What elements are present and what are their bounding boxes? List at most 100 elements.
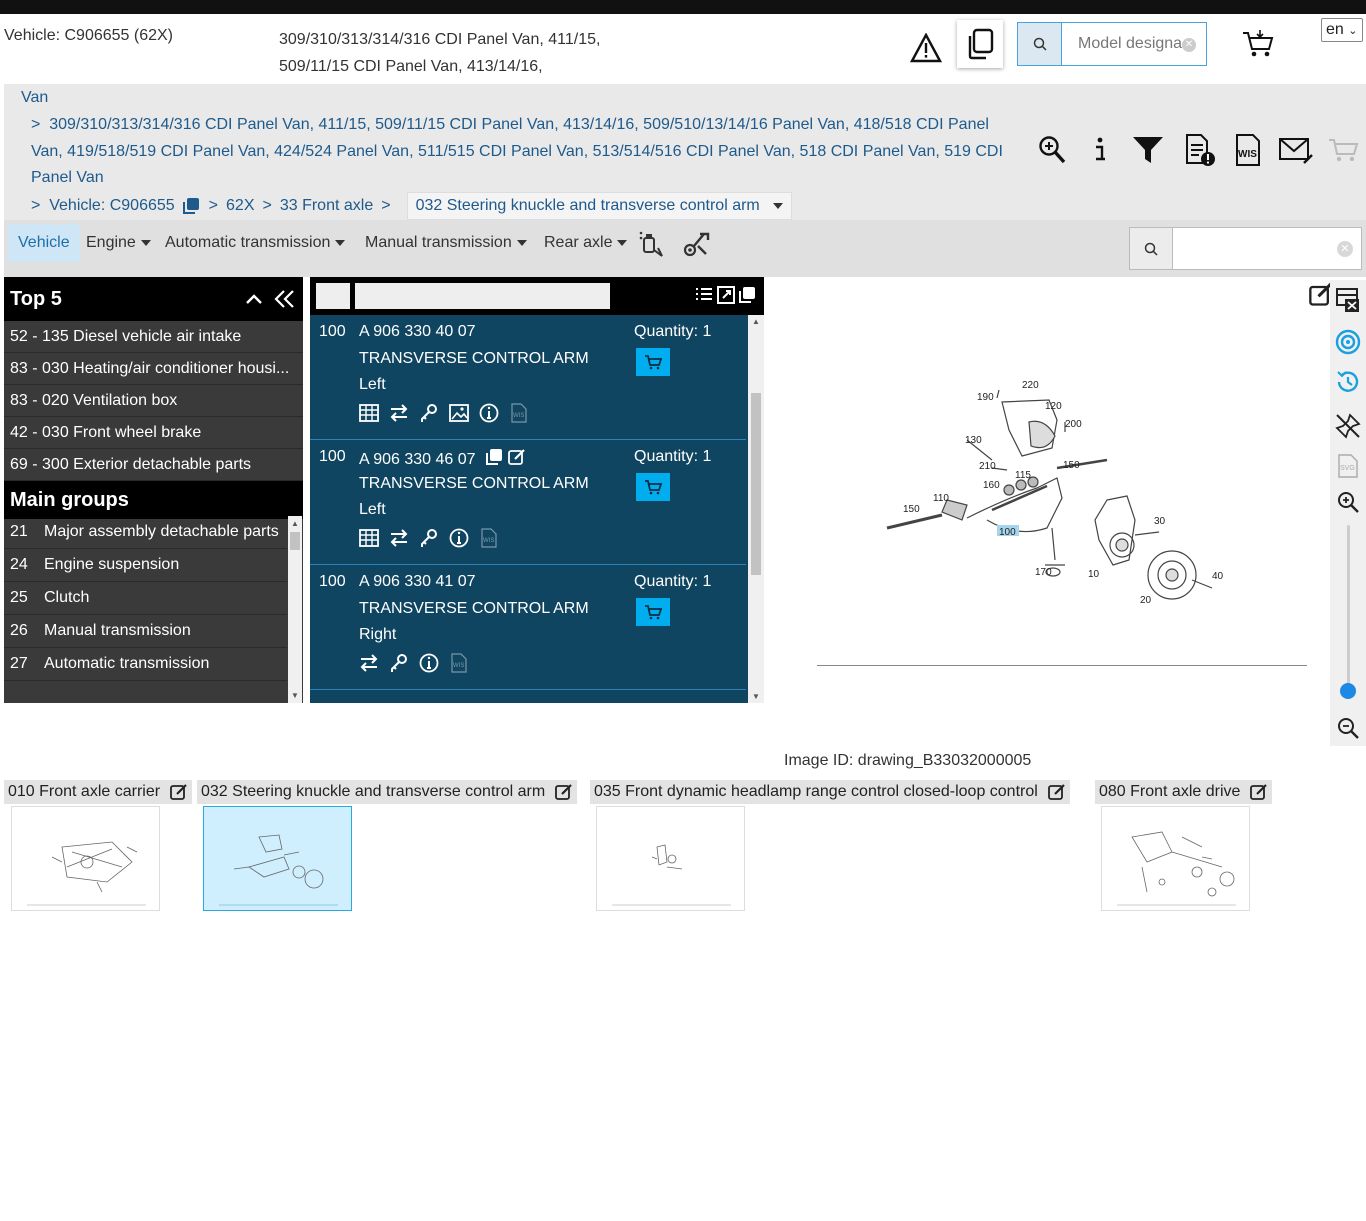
callout[interactable]: 190 <box>977 392 994 403</box>
wis-doc-icon[interactable]: WIS <box>479 528 499 548</box>
copy-icon[interactable] <box>484 448 504 466</box>
part-filter-input[interactable] <box>355 283 610 309</box>
scrollbar-thumb[interactable] <box>290 532 300 550</box>
table-icon[interactable] <box>359 403 379 423</box>
info-icon[interactable] <box>479 403 499 423</box>
callout[interactable]: 100 <box>999 527 1016 538</box>
thumbnail-title[interactable]: 035 Front dynamic headlamp range control… <box>590 780 1070 804</box>
edit-note-icon[interactable] <box>555 783 573 801</box>
copy-icon[interactable] <box>957 20 1003 68</box>
info-icon[interactable] <box>419 653 439 673</box>
scroll-down-icon[interactable]: ▼ <box>752 692 760 701</box>
tab-rear-axle[interactable]: Rear axle <box>534 224 637 262</box>
part-search-input[interactable] <box>1173 228 1361 269</box>
thumbnail-image-selected[interactable] <box>203 806 352 911</box>
part-row[interactable]: 100 A 906 330 41 07 TRANSVERSE CONTROL A… <box>310 565 746 690</box>
scroll-down-icon[interactable]: ▼ <box>291 691 299 700</box>
replacement-icon[interactable] <box>359 653 379 673</box>
zoom-slider-track[interactable] <box>1347 525 1350 685</box>
subgroup-dropdown[interactable]: 032 Steering knuckle and transverse cont… <box>406 192 792 220</box>
scrollbar-thumb[interactable] <box>751 393 761 575</box>
callout[interactable]: 210 <box>979 461 996 472</box>
copy-icon[interactable] <box>181 197 201 215</box>
replacement-icon[interactable] <box>389 528 409 548</box>
main-group-item[interactable]: 25 Clutch <box>4 582 287 615</box>
history-icon[interactable] <box>1334 368 1362 396</box>
search-icon[interactable] <box>1018 23 1062 65</box>
tab-engine[interactable]: Engine <box>76 224 161 262</box>
scroll-up-icon[interactable]: ▲ <box>291 519 299 528</box>
callout[interactable]: 10 <box>1088 569 1100 580</box>
table-icon[interactable] <box>359 528 379 548</box>
tab-manual-transmission[interactable]: Manual transmission <box>355 224 537 262</box>
wis-doc-icon[interactable]: WIS <box>509 403 529 423</box>
edit-note-icon[interactable] <box>508 448 526 466</box>
callout[interactable]: 160 <box>983 480 1000 491</box>
thumbnail-image[interactable] <box>596 806 745 911</box>
edit-note-icon[interactable] <box>1047 783 1066 801</box>
top5-item[interactable]: 69 - 300 Exterior detachable parts <box>4 449 303 481</box>
list-icon[interactable] <box>694 285 714 305</box>
scroll-up-icon[interactable]: ▲ <box>752 317 760 326</box>
callout[interactable]: 30 <box>1154 516 1166 527</box>
callout[interactable]: 130 <box>965 435 982 446</box>
breadcrumb-vehicle[interactable]: Vehicle: C906655 <box>49 197 174 215</box>
top5-item[interactable]: 83 - 020 Ventilation box <box>4 385 303 417</box>
part-row[interactable]: 100 A 906 330 46 07 TRANSVERSE CONTROL A… <box>310 440 746 565</box>
language-select[interactable]: en ⌄ <box>1321 18 1363 42</box>
add-to-cart-button[interactable] <box>636 348 670 376</box>
breadcrumb-model[interactable]: > 309/310/313/314/316 CDI Panel Van, 411… <box>31 112 1021 192</box>
paint-spray-icon[interactable] <box>638 230 666 258</box>
main-group-item[interactable]: 24 Engine suspension <box>4 549 287 582</box>
svg-export-icon[interactable]: SVG <box>1334 452 1362 480</box>
edit-note-icon[interactable] <box>170 783 188 801</box>
replacement-icon[interactable] <box>389 403 409 423</box>
tab-vehicle[interactable]: Vehicle <box>8 224 80 262</box>
part-row[interactable]: 100 A 906 330 40 07 TRANSVERSE CONTROL A… <box>310 315 746 440</box>
filter-icon[interactable] <box>1130 132 1166 168</box>
top5-item[interactable]: 83 - 030 Heating/air conditioner housi..… <box>4 353 303 385</box>
callout[interactable]: 170 <box>1035 567 1052 578</box>
position-filter-input[interactable] <box>316 283 350 309</box>
popout-icon[interactable] <box>737 285 757 305</box>
chevron-up-icon[interactable] <box>245 293 263 305</box>
key-icon[interactable] <box>419 403 439 423</box>
callout[interactable]: 110 <box>933 493 949 504</box>
callout[interactable]: 150 <box>903 504 920 515</box>
tools-icon[interactable] <box>682 230 710 258</box>
mail-icon[interactable] <box>1278 132 1314 168</box>
callout[interactable]: 150 <box>1063 460 1080 471</box>
document-alert-icon[interactable] <box>1182 132 1218 168</box>
main-group-item[interactable]: 26 Manual transmission <box>4 615 287 648</box>
add-to-cart-button[interactable] <box>636 473 670 501</box>
thumbnail-image[interactable] <box>1101 806 1250 911</box>
close-window-icon[interactable] <box>1334 286 1362 314</box>
tab-automatic-transmission[interactable]: Automatic transmission <box>155 224 355 262</box>
parts-list-scrollbar[interactable]: ▲ ▼ <box>748 315 764 703</box>
expand-icon[interactable] <box>716 285 736 305</box>
zoom-in-icon[interactable] <box>1334 488 1362 516</box>
callout[interactable]: 220 <box>1022 380 1039 391</box>
thumbnail-title[interactable]: 010 Front axle carrier <box>4 780 193 804</box>
wis-icon[interactable]: WIS <box>1230 132 1266 168</box>
collapse-icon[interactable] <box>273 289 295 309</box>
callout[interactable]: 120 <box>1045 401 1062 412</box>
cart-icon[interactable] <box>1240 28 1276 60</box>
wis-doc-icon[interactable]: WIS <box>449 653 469 673</box>
edit-note-icon[interactable] <box>1250 783 1268 801</box>
breadcrumb-group[interactable]: 33 Front axle <box>280 197 373 215</box>
part-search[interactable]: ✕ <box>1129 227 1362 270</box>
breadcrumb-type[interactable]: 62X <box>226 197 254 215</box>
add-to-cart-button[interactable] <box>636 598 670 626</box>
callout[interactable]: 40 <box>1212 571 1224 582</box>
parts-drawing[interactable]: 220 190 120 200 130 210 150 115 160 150 … <box>817 360 1307 660</box>
callout[interactable]: 115 <box>1015 470 1031 481</box>
zoom-search-icon[interactable] <box>1034 132 1070 168</box>
top5-item[interactable]: 42 - 030 Front wheel brake <box>4 417 303 449</box>
thumbnail-title[interactable]: 032 Steering knuckle and transverse cont… <box>197 780 578 804</box>
callout[interactable]: 20 <box>1140 595 1152 606</box>
key-icon[interactable] <box>389 653 409 673</box>
target-icon[interactable] <box>1334 328 1362 356</box>
top5-item[interactable]: 52 - 135 Diesel vehicle air intake <box>4 321 303 353</box>
cart-disabled-icon[interactable] <box>1326 132 1362 168</box>
